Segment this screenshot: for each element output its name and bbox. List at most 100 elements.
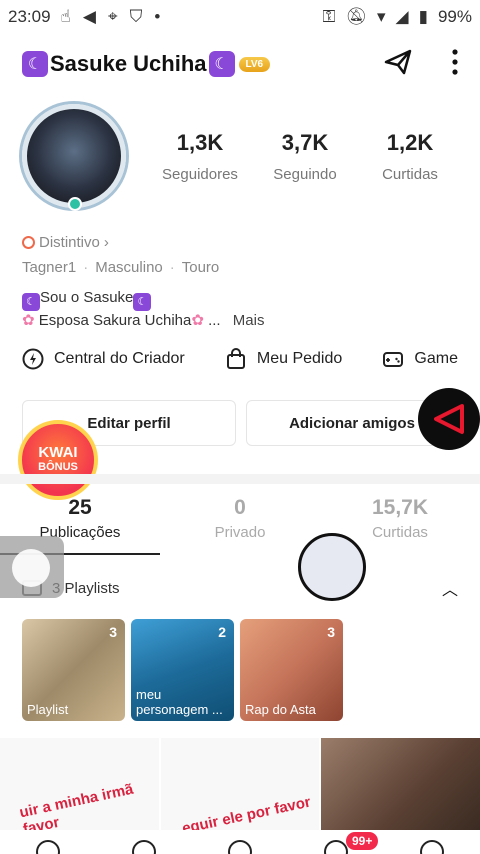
bio-ellipsis: ... [208,312,221,329]
profile-icon[interactable] [420,840,444,854]
playlist-name: Rap do Asta [245,702,316,717]
floating-record-button[interactable] [298,533,366,601]
mute-icon: 🔕︎ [345,7,367,26]
signal-icon: ◢ [395,7,409,26]
video-grid: uir a minha irmã favor eguir ele por fav… [0,738,480,830]
post-tabs: 25 Publicações 0 Privado 15,7K Curtidas [0,496,480,541]
status-bar: 23:09 ☝ ◀ ⌖ ⛉ • ⚿ 🔕︎ ▾ ◢ ▮ 99% [0,0,480,34]
tag-sign: Touro [181,259,220,276]
game-label: Game [414,350,458,367]
moon-emoji-icon: ☾ [133,293,152,311]
red-triangle-back-icon [434,404,464,434]
playlists-header[interactable]: 3 Playlists ︿ [22,576,458,600]
bio-line-1: Sou o Sasuke [40,289,134,306]
video-caption: eguir ele por favor [180,793,312,830]
playlist-count: 3 [109,624,117,640]
lightning-icon [22,348,44,370]
stat-value: 1,2K [386,130,434,155]
video-caption: uir a minha irmã favor [17,780,135,830]
more-menu-icon[interactable] [452,48,458,80]
hand-icon: ☝ [60,7,71,26]
battery-percent: 99% [437,7,472,26]
chevron-right-icon: › [103,234,109,251]
tab-count: 25 [68,496,92,519]
creator-center-button[interactable]: Central do Criador [22,348,185,370]
section-divider [0,474,480,484]
playlist-count: 3 [327,624,335,640]
messages-icon[interactable] [324,840,348,854]
share-icon[interactable] [382,46,414,83]
game-button[interactable]: Game [382,348,458,370]
bio-line-2: Esposa Sakura Uchiha [38,312,192,329]
my-orders-button[interactable]: Meu Pedido [225,348,342,370]
battery-icon: ▮ [418,7,428,26]
badge-label: Distintivo [39,234,100,251]
assistive-touch-dot [12,549,50,587]
chevron-up-icon[interactable]: ︿ [442,576,458,600]
flower-emoji-icon: ✿ [22,312,35,329]
badge-link[interactable]: Distintivo › [22,234,109,251]
discover-icon[interactable] [132,840,156,854]
profile-bio[interactable]: ☾ Sou o Sasuke ☾ ✿ Esposa Sakura Uchiha✿ .… [22,288,264,331]
stat-value: 3,7K [281,130,329,155]
tab-count: 0 [234,496,246,519]
playlist-card[interactable]: 3 Playlist [22,619,125,721]
flower-emoji-icon: ✿ [191,312,204,329]
stat-followers[interactable]: 1,3K Seguidores [150,130,250,183]
video-thumbnail[interactable]: eguir ele por favor [160,738,320,830]
profile-header: ☾ Sasuke Uchiha ☾ LV6 [22,44,458,84]
kwai-bonus-title: KWAI [38,444,78,461]
playlist-count: 2 [218,624,226,640]
crosshair-icon: ⌖ [107,7,118,26]
avatar-frame-gem [68,197,82,211]
profile-tags: Tagner1 · Masculino · Touro [22,259,220,276]
creator-center-label: Central do Criador [54,350,185,367]
creator-tools: Central do Criador Meu Pedido Game [22,348,458,370]
back-triangle-icon: ◀ [82,7,96,26]
moon-emoji-icon: ☾ [22,51,48,77]
playlist-name: Playlist [27,702,69,717]
playlist-card[interactable]: 3 Rap do Asta [240,619,343,721]
avatar[interactable] [22,104,126,211]
playlist-card[interactable]: 2 meu personagem ... [131,619,234,721]
status-time: 23:09 [8,7,51,26]
my-orders-label: Meu Pedido [256,350,343,367]
notification-badge: 99+ [346,832,379,850]
stat-likes[interactable]: 1,2K Curtidas [360,130,460,183]
kwai-bonus-subtitle: BÔNUS [38,461,78,473]
tab-publications[interactable]: 25 Publicações [0,496,160,541]
moon-emoji-icon: ☾ [22,293,40,311]
badge-icon [22,236,35,249]
kwai-bonus-button[interactable]: KWAI BÔNUS [18,420,98,500]
stat-label: Seguindo [273,166,337,183]
tab-count: 15,7K [371,496,429,519]
create-icon[interactable] [228,840,252,854]
tag-gender: Masculino [95,259,163,276]
video-thumbnail[interactable]: uir a minha irmã favor [0,738,159,830]
tab-label: Privado [214,524,266,541]
shield-icon: ⛉ [129,7,143,26]
playlist-name: meu personagem ... [136,687,223,717]
stat-value: 1,3K [176,130,224,155]
video-thumbnail[interactable] [321,738,480,830]
stat-following[interactable]: 3,7K Seguindo [255,130,355,183]
assistive-touch-button[interactable] [0,536,64,598]
level-badge[interactable]: LV6 [238,56,271,72]
bottom-nav [0,830,480,854]
profile-username: Sasuke Uchiha [50,51,207,76]
moon-emoji-icon: ☾ [208,51,235,77]
tag-region: Tagner1 [22,259,77,276]
playlist-cards: 3 Playlist 2 meu personagem ... 3 Rap do… [22,619,343,721]
bio-more-link[interactable]: Mais [233,312,265,329]
key-icon: ⚿ [322,7,336,26]
stat-label: Curtidas [382,166,438,183]
profile-stats: 1,3K Seguidores 3,7K Seguindo 1,2K Curti… [150,130,460,183]
wifi-icon: ▾ [376,7,386,26]
stat-label: Seguidores [162,166,238,183]
tab-private[interactable]: 0 Privado [160,496,320,541]
dot-icon: • [154,7,161,26]
shopping-bag-icon [226,348,245,369]
overlay-back-button[interactable] [418,388,480,450]
gamepad-icon [383,352,404,367]
home-icon[interactable] [36,840,60,854]
